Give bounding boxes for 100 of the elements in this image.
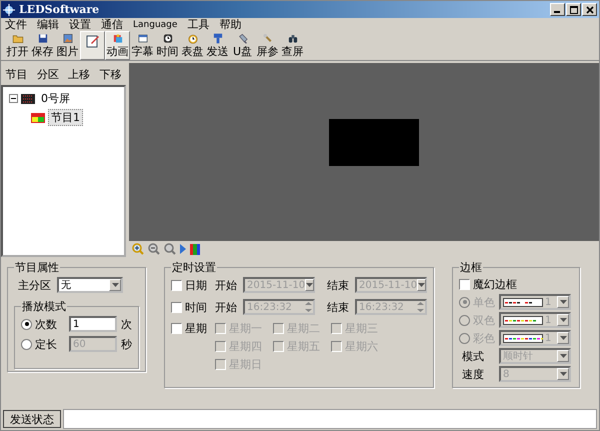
program-icon	[31, 112, 45, 122]
checkbox[interactable]	[215, 323, 226, 334]
checkbox-label: 星期五	[287, 339, 320, 354]
maximize-button[interactable]	[566, 3, 581, 16]
checkbox-label: 星期	[185, 321, 207, 336]
caret-icon	[560, 354, 566, 358]
led-screen-icon	[21, 94, 35, 104]
tree-item[interactable]: 节目1	[48, 109, 83, 126]
group-title: 边框	[459, 260, 483, 275]
caret-icon	[418, 283, 426, 287]
panel-button[interactable]: 下移	[97, 64, 124, 84]
checkbox[interactable]	[331, 323, 342, 334]
radio-label: 次数	[35, 316, 57, 332]
send-status-button[interactable]: 发送状态	[3, 410, 61, 428]
checkbox-label: 星期三	[345, 321, 378, 336]
app-icon	[3, 4, 15, 16]
radio-button[interactable]	[21, 318, 32, 330]
checkbox-label: 星期四	[229, 339, 262, 354]
caret-icon	[560, 372, 566, 376]
toolbar-button[interactable]	[80, 31, 105, 60]
checkbox[interactable]	[331, 341, 342, 352]
radio-button[interactable]	[459, 314, 470, 326]
spin-arrows-icon	[304, 301, 313, 313]
toolbar-button[interactable]: 保存	[30, 31, 55, 60]
radio-label: 单色	[473, 294, 495, 310]
menu-item[interactable]: Language	[133, 20, 178, 30]
checkbox[interactable]	[273, 323, 284, 334]
value-field[interactable]: 1	[69, 316, 117, 332]
unit-label: 次	[121, 316, 132, 332]
checkbox[interactable]	[171, 302, 182, 312]
toolbar-button[interactable]: 时间	[155, 31, 180, 60]
tree-expander[interactable]	[9, 94, 18, 103]
close-button[interactable]	[582, 3, 597, 16]
unit-label: 秒	[121, 336, 132, 352]
toolbar-button[interactable]: 字幕	[130, 31, 155, 60]
radio-button[interactable]	[459, 332, 470, 344]
checkbox[interactable]	[459, 279, 470, 290]
zoom-out-icon[interactable]	[148, 243, 160, 256]
field-label: 模式	[462, 348, 485, 364]
line-pattern-icon	[503, 298, 543, 306]
radio-button[interactable]	[459, 296, 470, 308]
panel-button[interactable]: 分区	[34, 64, 61, 84]
play-icon[interactable]	[180, 244, 186, 254]
menu-item[interactable]: 文件	[5, 17, 27, 32]
group-title: 播放模式	[21, 299, 67, 314]
checkbox-label: 星期六	[345, 339, 378, 354]
checkbox-label: 魔幻边框	[473, 277, 517, 292]
checkbox[interactable]	[215, 359, 226, 370]
zoom-in-icon[interactable]	[132, 243, 144, 256]
caret-icon	[560, 300, 566, 304]
panel-button[interactable]: 上移	[66, 64, 92, 84]
checkbox-label: 星期日	[229, 357, 262, 372]
field-label: 开始	[215, 278, 237, 292]
toolbar-button[interactable]: 动画	[105, 31, 130, 60]
radio-label: 定长	[35, 336, 57, 352]
panel-button[interactable]: 节目	[4, 64, 30, 84]
checkbox[interactable]	[215, 341, 226, 352]
close-icon	[586, 6, 594, 14]
spin-arrows-icon	[416, 301, 425, 313]
rgb-icon[interactable]	[190, 244, 200, 255]
toolbar-button[interactable]: 图片	[55, 31, 80, 60]
caret-icon	[112, 283, 118, 287]
checkbox-label: 时间	[185, 300, 207, 314]
field-label: 结束	[327, 278, 349, 292]
menu-item[interactable]: 设置	[69, 17, 91, 32]
caret-icon	[306, 283, 314, 287]
toolbar-button[interactable]: 发送	[205, 31, 230, 60]
field-label: 开始	[215, 300, 237, 314]
menu-item[interactable]: 工具	[187, 17, 210, 32]
line-pattern-icon	[503, 316, 543, 324]
toolbar-button[interactable]: U盘	[230, 31, 255, 60]
minus-icon	[11, 96, 16, 101]
checkbox-label: 星期二	[287, 321, 320, 336]
tree-item[interactable]: 0号屏	[38, 90, 73, 107]
checkbox[interactable]	[171, 323, 182, 334]
field-label: 结束	[327, 300, 349, 314]
checkbox[interactable]	[171, 280, 182, 290]
line-pattern-icon	[503, 334, 543, 342]
caret-icon	[560, 318, 566, 322]
notepad-icon	[84, 33, 100, 49]
radio-label: 彩色	[473, 330, 495, 346]
menu-item[interactable]: 编辑	[37, 17, 59, 32]
toolbar-button[interactable]: 屏参	[255, 31, 280, 60]
menu-item[interactable]: 通信	[101, 17, 123, 32]
menu-item[interactable]: 帮助	[219, 17, 242, 32]
zoom-fit-icon[interactable]	[164, 243, 176, 256]
minimize-button[interactable]	[550, 3, 565, 16]
field-label: 速度	[462, 366, 485, 382]
group-title: 节目属性	[14, 260, 60, 275]
toolbar-button[interactable]: 查屏	[280, 31, 305, 60]
checkbox[interactable]	[273, 341, 284, 352]
caret-icon	[560, 336, 566, 340]
main-zone-dropdown[interactable]: 无	[57, 277, 123, 293]
toolbar-button[interactable]: 打开	[5, 31, 30, 60]
field-label: 主分区	[18, 278, 51, 292]
maximize-icon	[570, 6, 578, 14]
radio-button[interactable]	[21, 338, 32, 350]
toolbar-button[interactable]: 表盘	[180, 31, 205, 60]
checkbox-label: 星期一	[229, 321, 262, 336]
radio-label: 双色	[473, 312, 495, 328]
